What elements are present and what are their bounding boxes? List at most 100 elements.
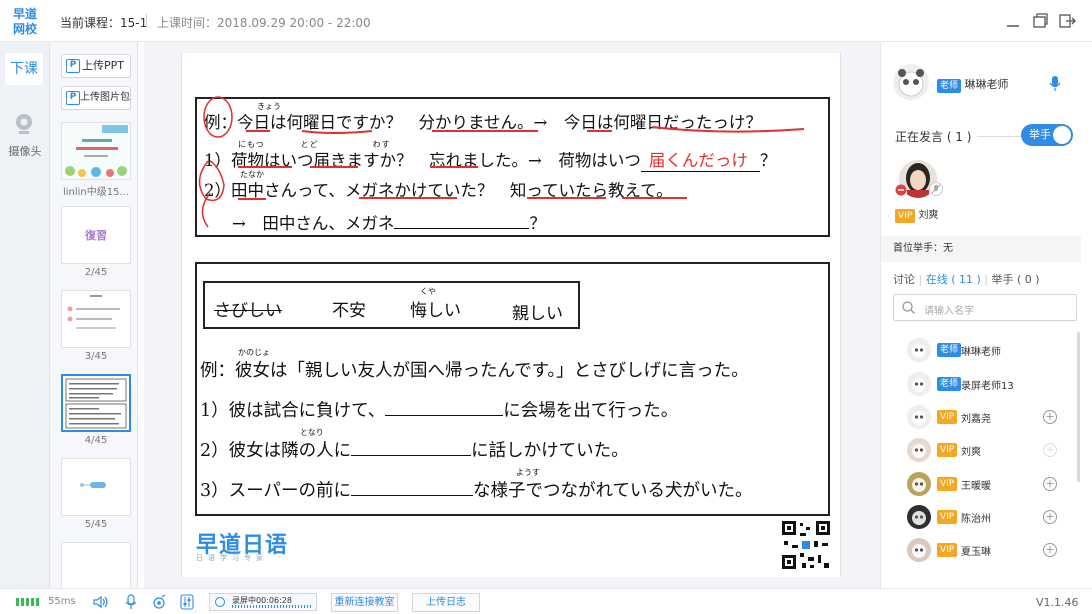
- answer-blank: [385, 397, 504, 416]
- tab-online[interactable]: 在线 ( 11 ): [926, 273, 981, 286]
- slide-thumb-label: 5/45: [84, 519, 108, 530]
- invite-to-speak-icon[interactable]: +: [1043, 443, 1057, 457]
- exercise-3-text: 3）スーパーの前に: [200, 481, 351, 501]
- exercise-3-end: な様子でつながれている犬がいた。: [472, 481, 753, 501]
- slide-thumb-4[interactable]: [61, 374, 131, 432]
- audio-settings-button[interactable]: [179, 594, 195, 610]
- signal-strength-icon: [16, 598, 39, 606]
- tab-separator: |: [984, 273, 989, 286]
- invite-to-speak-icon[interactable]: +: [1043, 543, 1057, 557]
- user-name: 陈治州: [961, 514, 991, 525]
- teacher-badge: 老师: [937, 343, 962, 357]
- speaker-volume-button[interactable]: [92, 594, 108, 610]
- upload-log-button[interactable]: 上传日志: [412, 593, 480, 612]
- slide-thumb-label: 3/45: [84, 351, 108, 362]
- slide-thumb-title: 復習: [85, 229, 107, 242]
- close-button[interactable]: [1058, 12, 1076, 30]
- answer-blank: [350, 477, 473, 496]
- user-avatar: [907, 372, 931, 396]
- slide-thumb-2[interactable]: 復習: [61, 206, 131, 264]
- teacher-avatar: [893, 64, 929, 100]
- user-row[interactable]: 老师 琳琳老师: [907, 336, 1067, 366]
- upload-images-label: 上传图片包: [80, 92, 130, 103]
- user-name: 刘嘉尧: [961, 414, 991, 425]
- divider: [977, 136, 1021, 137]
- microphone-icon[interactable]: [1049, 76, 1061, 92]
- vip-badge: VIP: [937, 510, 958, 524]
- user-list-scrollbar[interactable]: [1077, 332, 1080, 482]
- audio-level: [232, 605, 312, 608]
- upload-images-button[interactable]: P 上传图片包: [61, 86, 131, 110]
- first-hand-raiser: 首位举手：无: [881, 236, 1081, 262]
- mic-muted-icon[interactable]: [929, 182, 943, 196]
- slide-canvas[interactable]: きょう 例：今日は何曜日ですか？ 分かりません。→ 今日は何曜日だったっけ？ に…: [181, 53, 841, 577]
- exercise-2-mid: の人に: [298, 441, 352, 461]
- slide-thumb-image: [65, 378, 127, 429]
- camera-icon[interactable]: [13, 112, 35, 136]
- exercise-1-text: 1）彼は試合に負けて、: [200, 401, 386, 421]
- speaker-icon: [93, 595, 108, 609]
- slide-thumb-5[interactable]: [61, 458, 131, 516]
- user-avatar: [907, 438, 931, 462]
- slide-thumb-1[interactable]: [61, 122, 131, 180]
- invite-to-speak-icon[interactable]: +: [1043, 410, 1057, 424]
- tab-raised-hands[interactable]: 举手 ( 0 ): [992, 273, 1040, 286]
- tab-discussion[interactable]: 讨论: [893, 273, 915, 286]
- slide-thumb-label: linlin中级15...: [62, 187, 130, 198]
- user-name: 刘爽: [961, 447, 981, 458]
- user-avatar: [907, 538, 931, 562]
- right-panel: 老师 琳琳老师 正在发言 ( 1 ) 举手 VIP 刘爽 首位举手：无 讨论 |…: [880, 42, 1092, 588]
- vip-badge: VIP: [937, 443, 958, 457]
- qr-code-icon: [780, 519, 832, 571]
- upload-ppt-label: 上传PPT: [82, 59, 124, 72]
- slide-thumb-label: 4/45: [84, 435, 108, 446]
- slide-area: きょう 例：今日は何曜日ですか？ 分かりません。→ 今日は何曜日だったっけ？ に…: [144, 42, 880, 588]
- bottom-bar: 55ms 录屏中00:06:28 重新连接教室 上传日志 V1.1.46: [0, 588, 1092, 614]
- invite-to-speak-icon[interactable]: +: [1043, 477, 1057, 491]
- exercise-1: 1）彼は試合に負けて、 に会場を出て行った。: [200, 397, 678, 422]
- user-row[interactable]: VIP 陈治州 +: [907, 503, 1067, 533]
- panda-avatar-icon: [898, 69, 924, 97]
- user-row[interactable]: VIP 夏玉琳 +: [907, 536, 1067, 566]
- slide-thumb-3[interactable]: [61, 290, 131, 348]
- user-row[interactable]: VIP 王暖暖 +: [907, 470, 1067, 500]
- svg-text:网校: 网校: [13, 21, 38, 36]
- logo-icon: 早道 网校: [13, 6, 38, 36]
- minimize-button[interactable]: [1004, 12, 1022, 30]
- minimize-icon: [1007, 25, 1019, 27]
- user-avatar: [907, 405, 931, 429]
- search-icon: [902, 301, 915, 314]
- invite-to-speak-icon[interactable]: +: [1043, 510, 1057, 524]
- microphone-button[interactable]: [123, 594, 139, 610]
- user-row[interactable]: 老师 录屏老师13: [907, 370, 1067, 400]
- search-input[interactable]: 请输入名字: [924, 302, 974, 317]
- slide-thumb-6[interactable]: [61, 542, 131, 588]
- camera-label: 摄像头: [8, 145, 42, 158]
- camera-toggle-button[interactable]: [151, 594, 167, 610]
- speaking-count: 正在发言 ( 1 ): [895, 130, 972, 144]
- search-box[interactable]: 请输入名字: [893, 294, 1077, 321]
- top-bar: 早道 网校 当前课程：15-1 上课时间：2018.09.29 20:00 - …: [0, 0, 1092, 42]
- equalizer-icon: [180, 594, 194, 610]
- record-icon: [215, 597, 225, 607]
- divider: [146, 14, 147, 28]
- exercise-2-text: 2）彼女は: [200, 441, 282, 461]
- svg-text:早道: 早道: [13, 6, 37, 21]
- exercise-1-end: に会場を出て行った。: [503, 401, 679, 421]
- maximize-button[interactable]: [1031, 12, 1049, 30]
- reconnect-button[interactable]: 重新连接教室: [331, 593, 398, 612]
- restore-icon: [1033, 13, 1048, 28]
- word-choice-1: さびしい: [214, 301, 282, 321]
- user-avatar: [907, 472, 931, 496]
- end-class-button[interactable]: 下课: [5, 53, 43, 85]
- answer-blank: [351, 437, 472, 456]
- upload-ppt-button[interactable]: P 上传PPT: [61, 54, 131, 78]
- toggle-knob: [1053, 126, 1071, 144]
- teacher-badge: 老师: [937, 79, 962, 93]
- user-name: 夏玉琳: [961, 547, 991, 558]
- vip-badge: VIP: [937, 543, 958, 557]
- user-row[interactable]: VIP 刘爽 +: [907, 436, 1067, 466]
- mic-icon: [125, 594, 137, 609]
- user-row[interactable]: VIP 刘嘉尧 +: [907, 403, 1067, 433]
- remove-speaker-icon[interactable]: [895, 184, 907, 196]
